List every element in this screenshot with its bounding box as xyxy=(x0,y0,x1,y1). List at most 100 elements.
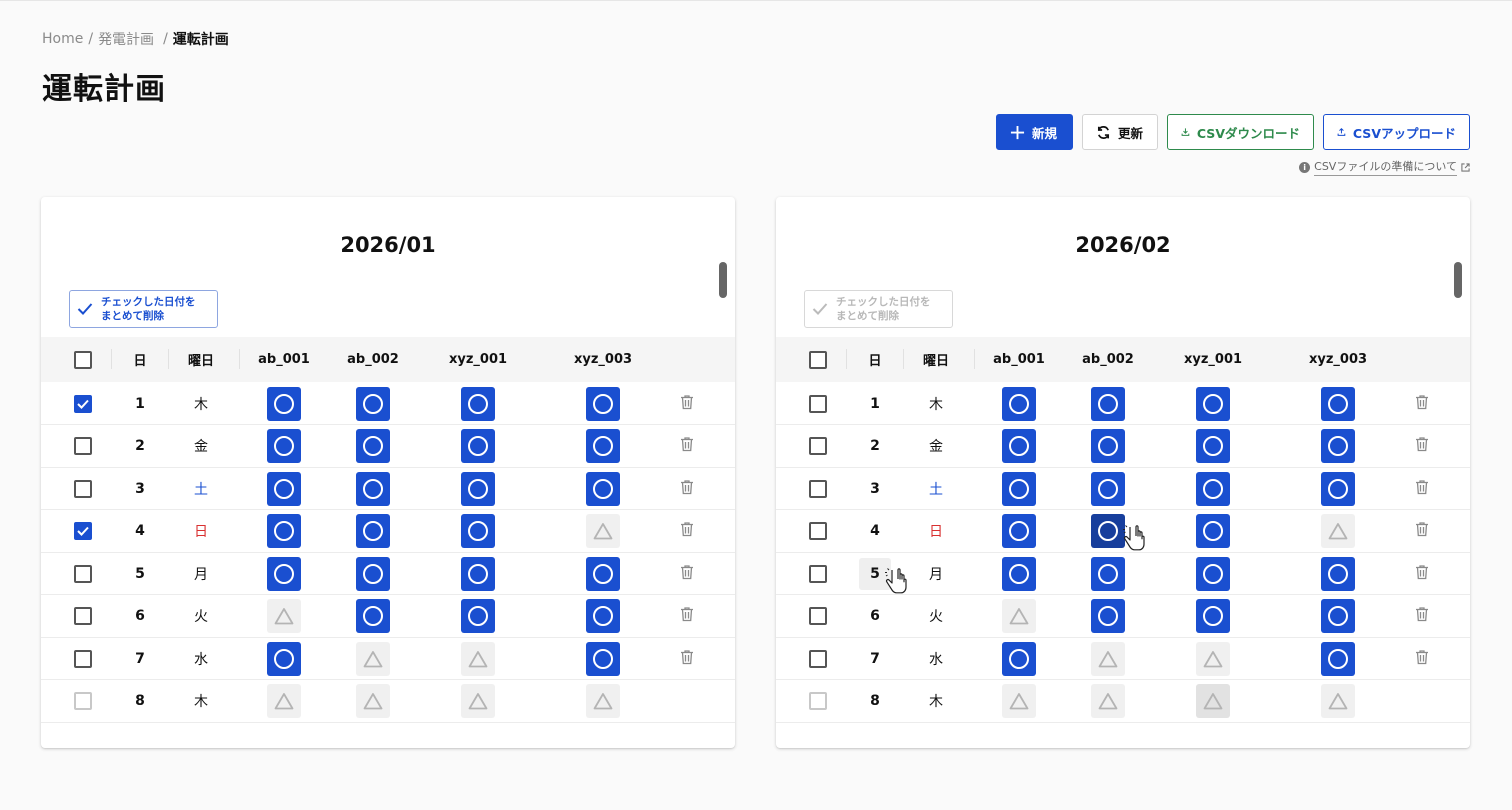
plan-toggle-ab_001[interactable] xyxy=(267,641,301,676)
plan-toggle-ab_001[interactable] xyxy=(267,684,301,718)
row-checkbox[interactable] xyxy=(74,479,92,498)
row-checkbox[interactable] xyxy=(809,437,827,455)
breadcrumb-home[interactable]: Home xyxy=(42,31,83,47)
day-number[interactable]: 1 xyxy=(870,396,880,412)
row-checkbox[interactable] xyxy=(74,437,92,455)
delete-row-button[interactable] xyxy=(680,479,694,499)
day-number[interactable]: 8 xyxy=(870,693,880,709)
row-checkbox[interactable] xyxy=(74,607,92,625)
bulk-delete-button[interactable]: チェックした日付を まとめて削除 xyxy=(804,290,953,328)
plan-toggle-ab_001[interactable] xyxy=(267,386,301,421)
select-all-checkbox[interactable] xyxy=(74,350,92,369)
plan-toggle-ab_002[interactable] xyxy=(1091,684,1125,718)
csv-help-link[interactable]: i CSVファイルの準備について xyxy=(1299,158,1470,176)
plan-toggle-xyz_001[interactable] xyxy=(1196,599,1230,633)
day-number[interactable]: 6 xyxy=(870,608,880,624)
plan-toggle-xyz_003[interactable] xyxy=(586,684,620,718)
plan-toggle-xyz_001[interactable] xyxy=(461,471,495,506)
plan-toggle-xyz_003[interactable] xyxy=(1321,471,1355,506)
plan-toggle-xyz_001[interactable] xyxy=(461,641,495,676)
delete-row-button[interactable] xyxy=(1415,606,1429,626)
row-checkbox[interactable] xyxy=(74,522,92,540)
plan-toggle-ab_002[interactable] xyxy=(356,429,390,463)
row-checkbox[interactable] xyxy=(74,649,92,668)
plan-toggle-xyz_001[interactable] xyxy=(1196,684,1230,718)
delete-row-button[interactable] xyxy=(680,564,694,584)
plan-toggle-ab_001[interactable] xyxy=(1002,641,1036,676)
delete-row-button[interactable] xyxy=(1415,521,1429,541)
delete-row-button[interactable] xyxy=(680,649,694,669)
plan-toggle-xyz_001[interactable] xyxy=(1196,641,1230,676)
day-number[interactable]: 1 xyxy=(135,396,145,412)
day-number[interactable]: 5 xyxy=(135,566,145,582)
plan-toggle-xyz_003[interactable] xyxy=(1321,556,1355,591)
plan-toggle-ab_001[interactable] xyxy=(1002,556,1036,591)
day-number[interactable]: 7 xyxy=(870,651,880,667)
plan-toggle-ab_002[interactable] xyxy=(1091,514,1125,548)
plan-toggle-ab_001[interactable] xyxy=(267,429,301,463)
plan-toggle-ab_002[interactable] xyxy=(356,556,390,591)
plan-toggle-xyz_001[interactable] xyxy=(461,599,495,633)
plan-toggle-ab_002[interactable] xyxy=(1091,386,1125,421)
plan-toggle-ab_002[interactable] xyxy=(1091,556,1125,591)
plan-toggle-ab_002[interactable] xyxy=(1091,471,1125,506)
plan-toggle-xyz_003[interactable] xyxy=(1321,429,1355,463)
plan-toggle-xyz_001[interactable] xyxy=(1196,429,1230,463)
plan-toggle-xyz_003[interactable] xyxy=(586,599,620,633)
row-checkbox[interactable] xyxy=(809,607,827,625)
plan-toggle-ab_001[interactable] xyxy=(1002,599,1036,633)
plan-toggle-ab_001[interactable] xyxy=(267,556,301,591)
plan-toggle-ab_002[interactable] xyxy=(356,386,390,421)
plan-toggle-xyz_001[interactable] xyxy=(461,514,495,548)
plan-toggle-xyz_003[interactable] xyxy=(586,471,620,506)
day-number[interactable]: 5 xyxy=(859,557,891,590)
refresh-button[interactable]: 更新 xyxy=(1082,114,1158,150)
plan-toggle-ab_001[interactable] xyxy=(1002,514,1036,548)
plan-toggle-xyz_001[interactable] xyxy=(1196,514,1230,548)
plan-toggle-xyz_003[interactable] xyxy=(1321,684,1355,718)
plan-toggle-xyz_003[interactable] xyxy=(586,641,620,676)
plan-toggle-xyz_001[interactable] xyxy=(461,684,495,718)
plan-toggle-xyz_003[interactable] xyxy=(1321,514,1355,548)
day-number[interactable]: 2 xyxy=(870,438,880,454)
plan-toggle-ab_001[interactable] xyxy=(267,599,301,633)
plan-toggle-ab_001[interactable] xyxy=(1002,471,1036,506)
delete-row-button[interactable] xyxy=(1415,479,1429,499)
plan-toggle-ab_002[interactable] xyxy=(356,471,390,506)
csv-upload-button[interactable]: CSVアップロード xyxy=(1323,114,1470,150)
plan-toggle-ab_002[interactable] xyxy=(356,514,390,548)
csv-download-button[interactable]: CSVダウンロード xyxy=(1167,114,1314,150)
scrollbar-thumb[interactable] xyxy=(1454,262,1462,298)
plan-toggle-xyz_003[interactable] xyxy=(586,556,620,591)
plan-toggle-xyz_001[interactable] xyxy=(461,386,495,421)
delete-row-button[interactable] xyxy=(1415,436,1429,456)
row-checkbox[interactable] xyxy=(74,394,92,413)
plan-toggle-ab_002[interactable] xyxy=(356,599,390,633)
delete-row-button[interactable] xyxy=(680,436,694,456)
plan-toggle-xyz_001[interactable] xyxy=(1196,556,1230,591)
row-checkbox[interactable] xyxy=(809,394,827,413)
delete-row-button[interactable] xyxy=(1415,394,1429,414)
plan-toggle-ab_001[interactable] xyxy=(267,514,301,548)
plan-toggle-ab_002[interactable] xyxy=(1091,599,1125,633)
delete-row-button[interactable] xyxy=(1415,649,1429,669)
plan-toggle-ab_001[interactable] xyxy=(1002,386,1036,421)
plan-toggle-xyz_003[interactable] xyxy=(586,429,620,463)
plan-toggle-xyz_003[interactable] xyxy=(1321,599,1355,633)
plan-toggle-ab_001[interactable] xyxy=(1002,684,1036,718)
plan-toggle-xyz_001[interactable] xyxy=(461,556,495,591)
row-checkbox[interactable] xyxy=(809,649,827,668)
plan-toggle-ab_002[interactable] xyxy=(356,641,390,676)
day-number[interactable]: 7 xyxy=(135,651,145,667)
day-number[interactable]: 3 xyxy=(870,481,880,497)
plan-toggle-xyz_001[interactable] xyxy=(1196,471,1230,506)
plan-toggle-xyz_001[interactable] xyxy=(461,429,495,463)
scrollbar-thumb[interactable] xyxy=(719,262,727,298)
bulk-delete-button[interactable]: チェックした日付を まとめて削除 xyxy=(69,290,218,328)
day-number[interactable]: 2 xyxy=(135,438,145,454)
plan-toggle-xyz_003[interactable] xyxy=(1321,641,1355,676)
row-checkbox[interactable] xyxy=(74,564,92,583)
plan-toggle-xyz_003[interactable] xyxy=(586,514,620,548)
delete-row-button[interactable] xyxy=(1415,564,1429,584)
row-checkbox[interactable] xyxy=(809,564,827,583)
